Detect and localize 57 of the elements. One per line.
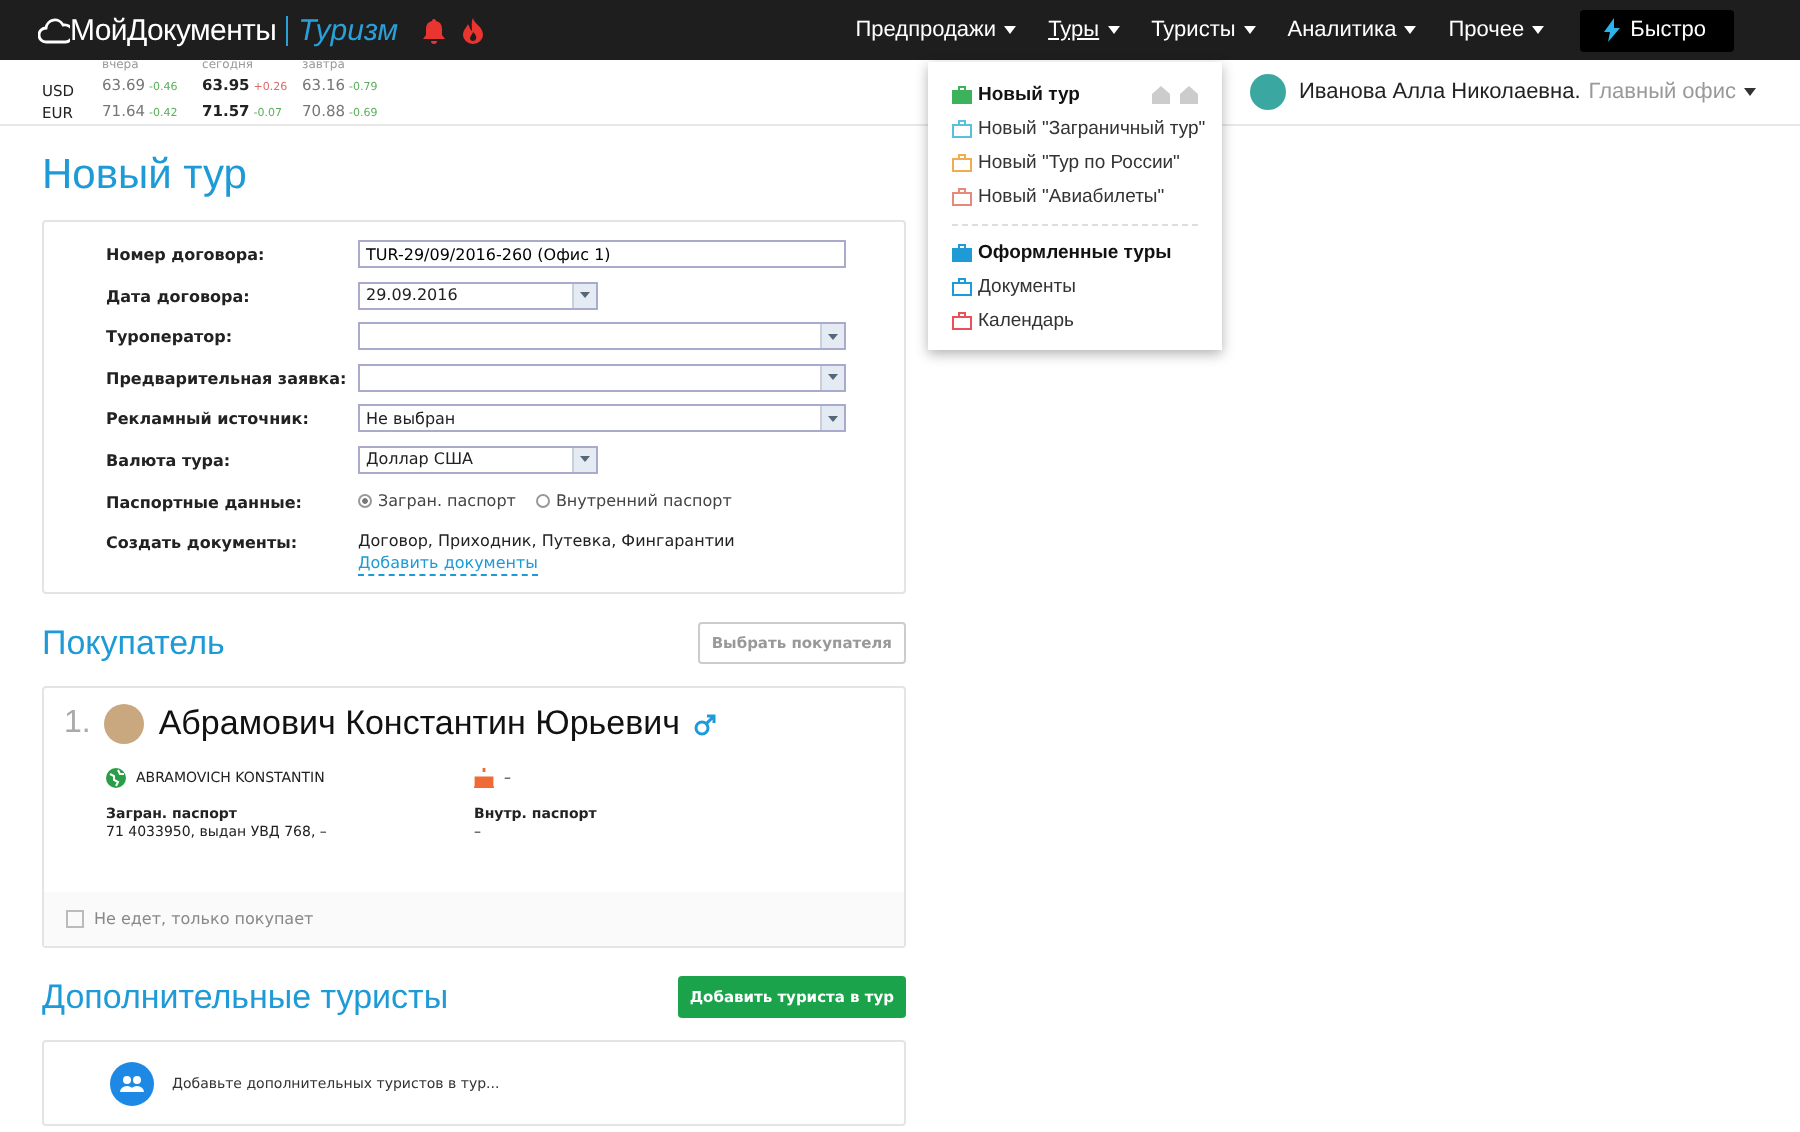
section-title: Дополнительные туристы bbox=[42, 977, 449, 1017]
quick-button[interactable]: Быстро bbox=[1580, 9, 1734, 51]
lightning-icon bbox=[1604, 18, 1621, 42]
group-icon bbox=[110, 1061, 154, 1105]
logo-product: Туризм bbox=[298, 13, 399, 47]
radio-button[interactable] bbox=[535, 493, 550, 508]
cloud-icon bbox=[38, 16, 70, 44]
user-avatar[interactable] bbox=[1250, 74, 1287, 110]
field-label: Туроператор: bbox=[106, 326, 235, 347]
menu-item[interactable]: Оформленные туры bbox=[952, 242, 1172, 264]
caret-icon bbox=[1532, 26, 1545, 34]
menu-item[interactable]: Новый "Тур по России" bbox=[952, 152, 1180, 174]
field-label: Рекламный источник: bbox=[106, 408, 311, 429]
menu-item[interactable]: Календарь bbox=[952, 310, 1074, 332]
bell-icon[interactable] bbox=[422, 17, 447, 43]
caret-icon[interactable] bbox=[1744, 88, 1756, 96]
male-icon bbox=[693, 713, 716, 735]
menu-item[interactable]: Документы bbox=[952, 276, 1076, 298]
nav-menu-item[interactable]: Прочее bbox=[1448, 18, 1545, 42]
text-field[interactable]: TUR-29/09/2016-260 (Офис 1) bbox=[358, 240, 846, 268]
fire-icon[interactable] bbox=[462, 17, 485, 43]
nav-menu-item[interactable]: Предпродажи bbox=[855, 18, 1017, 42]
caret-icon bbox=[1004, 26, 1017, 34]
dropdown-field[interactable] bbox=[358, 322, 846, 351]
logo-brand: МойДокументы bbox=[70, 13, 277, 47]
menu-item[interactable]: Новый "Заграничный тур" bbox=[952, 118, 1206, 140]
nav-menu-item[interactable]: Туры bbox=[1048, 18, 1120, 42]
caret-icon bbox=[1243, 26, 1256, 34]
menu-item[interactable]: Новый тур bbox=[952, 84, 1080, 106]
list-number: 1. bbox=[64, 706, 91, 742]
person-avatar bbox=[104, 704, 145, 744]
caret-icon bbox=[1404, 26, 1417, 34]
checkbox[interactable] bbox=[66, 910, 84, 928]
field-label: Номер договора: bbox=[106, 244, 267, 264]
field-label: Создать документы: bbox=[106, 532, 300, 553]
field-label: Дата договора: bbox=[106, 285, 252, 306]
field-label: Валюта тура: bbox=[106, 449, 233, 470]
field-label: Паспортные данные: bbox=[106, 491, 304, 512]
field-label: Предварительная заявка: bbox=[106, 367, 349, 388]
radio-option[interactable]: Внутренний паспорт bbox=[535, 491, 732, 510]
globe-icon bbox=[106, 768, 126, 788]
dropdown-field[interactable]: 29.09.2016 bbox=[358, 281, 598, 310]
nav-menu-item[interactable]: Туристы bbox=[1151, 18, 1256, 42]
page-title: Новый тур bbox=[42, 152, 249, 200]
dropdown-field[interactable]: Доллар США bbox=[358, 445, 598, 474]
dropdown-field[interactable]: Не выбран bbox=[358, 404, 846, 433]
user-name[interactable]: Иванова Алла Николаевна. bbox=[1298, 80, 1581, 104]
documents-list: Договор, Приходник, Путевка, Фингарантии bbox=[358, 530, 735, 553]
section-title: Покупатель bbox=[42, 623, 225, 663]
dropdown-field[interactable] bbox=[358, 363, 846, 392]
cake-icon bbox=[474, 768, 494, 788]
menu-item[interactable]: Новый "Авиабилеты" bbox=[952, 186, 1165, 208]
radio-option[interactable]: Загран. паспорт bbox=[358, 491, 516, 510]
nav-menu-item[interactable]: Аналитика bbox=[1287, 18, 1417, 42]
buyer-name: Абрамович Константин Юрьевич bbox=[158, 704, 680, 744]
radio-button[interactable] bbox=[358, 493, 372, 508]
caret-icon bbox=[1107, 26, 1120, 34]
